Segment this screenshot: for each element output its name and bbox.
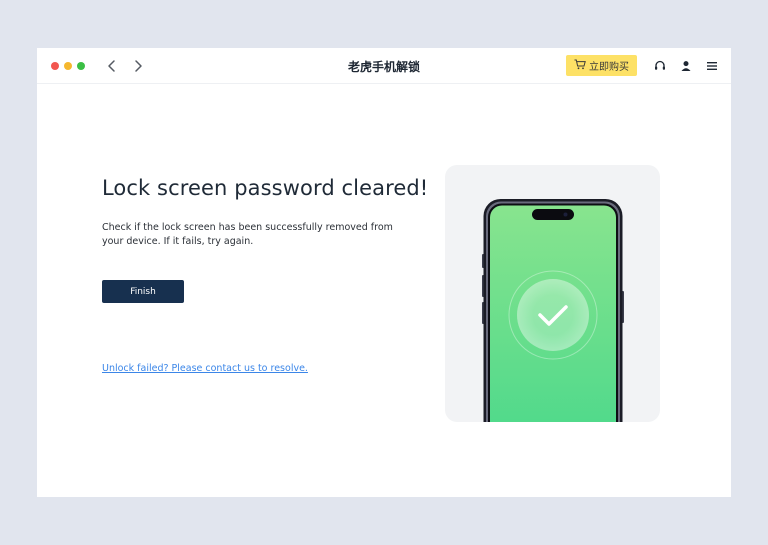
phone-illustration: [445, 165, 660, 422]
forward-icon[interactable]: [130, 57, 146, 75]
contact-support-link[interactable]: Unlock failed? Please contact us to reso…: [102, 363, 308, 374]
user-icon[interactable]: [679, 59, 693, 73]
buy-now-label: 立即购买: [589, 62, 629, 73]
finish-button[interactable]: Finish: [102, 280, 184, 303]
menu-icon[interactable]: [705, 59, 719, 73]
phone-graphic: [482, 199, 624, 422]
minimize-window-button[interactable]: [64, 62, 72, 70]
close-window-button[interactable]: [51, 62, 59, 70]
back-icon[interactable]: [104, 57, 120, 75]
result-description: Check if the lock screen has been succes…: [102, 222, 393, 247]
headset-icon[interactable]: [653, 59, 667, 73]
maximize-window-button[interactable]: [77, 62, 85, 70]
page-title: Lock screen password cleared!: [102, 176, 429, 200]
title-bar: 老虎手机解锁 立即购买: [37, 48, 731, 84]
buy-now-button[interactable]: 立即购买: [566, 55, 637, 76]
cart-icon: [574, 59, 589, 73]
app-window: 老虎手机解锁 立即购买 Lock screen password cleared…: [37, 48, 731, 497]
